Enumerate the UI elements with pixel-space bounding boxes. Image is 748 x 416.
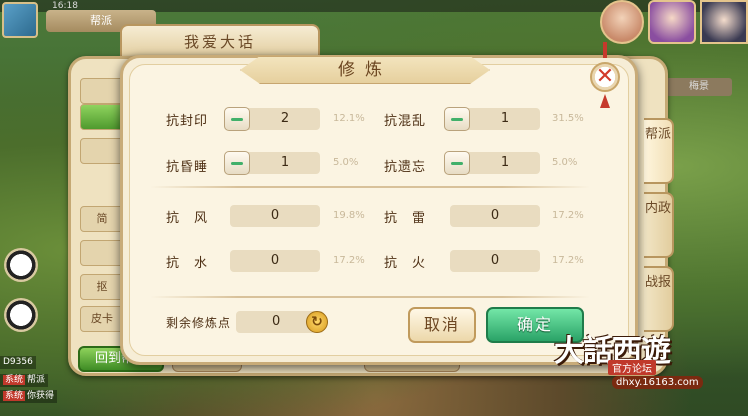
resist-forget-value: 1 — [500, 155, 510, 170]
divider — [150, 186, 590, 188]
minus-icon[interactable] — [444, 151, 470, 175]
logo-subtitle: 官方论坛 — [608, 360, 656, 375]
bg-tab[interactable] — [80, 104, 124, 130]
dialog-title-ribbon: 修炼 — [240, 56, 490, 86]
dialog-title: 修炼 — [338, 60, 392, 80]
resist-sleep-stepper[interactable]: 1 — [224, 151, 320, 175]
resist-thunder-value: 0 — [450, 205, 540, 227]
voice-icon[interactable] — [4, 298, 38, 332]
cancel-button[interactable]: 取消 — [408, 307, 476, 343]
tassel-decoration — [603, 42, 607, 58]
resist-thunder-label: 抗 雷 — [384, 211, 427, 226]
bg-tab[interactable] — [80, 240, 124, 266]
side-tab-battle[interactable]: 战报 — [644, 266, 674, 332]
bg-tab[interactable] — [80, 78, 124, 104]
side-tab-internal[interactable]: 内政 — [644, 192, 674, 258]
resist-fire-value: 0 — [450, 250, 540, 272]
chat-text: 帮派 — [27, 375, 46, 385]
resist-water-value: 0 — [230, 250, 320, 272]
minus-icon[interactable] — [444, 107, 470, 131]
refresh-icon[interactable]: ↻ — [306, 311, 328, 333]
close-button[interactable]: ✕ — [590, 62, 620, 92]
resist-wind-label: 抗 风 — [166, 211, 209, 226]
chat-tag: 系统 — [3, 391, 26, 401]
resist-seal-label: 抗封印 — [166, 114, 209, 129]
npc-avatar[interactable] — [700, 0, 748, 44]
remaining-points-label: 剩余修炼点 — [166, 316, 232, 330]
teammate-avatar[interactable] — [648, 0, 696, 44]
divider — [150, 296, 590, 298]
game-scene: 16:18 帮派 梅景 D9356 系统 帮派 系统 你获得 我爱大话 简 抠 皮卡… — [0, 0, 748, 416]
target-name: 梅景 — [666, 78, 732, 96]
resist-forget-stepper[interactable]: 1 — [444, 151, 540, 175]
resist-seal-stepper[interactable]: 2 — [224, 107, 320, 131]
background-panel-title: 我爱大话 — [120, 24, 320, 58]
pet-avatar[interactable] — [600, 0, 644, 44]
bg-tab[interactable]: 简 — [80, 206, 124, 232]
side-tab-faction[interactable]: 帮派 — [644, 118, 674, 184]
logo-url: dhxy.16163.com — [612, 376, 703, 389]
resist-forget-label: 抗遗忘 — [384, 160, 427, 175]
minus-icon[interactable] — [224, 107, 250, 131]
resist-water-label: 抗 水 — [166, 256, 209, 271]
chat-line[interactable]: 系统 你获得 — [0, 390, 58, 403]
bg-tab[interactable]: 皮卡 — [80, 306, 124, 332]
chat-tag: 系统 — [3, 375, 26, 385]
game-logo: 大話西遊 官方论坛 dhxy.16163.com — [548, 324, 748, 412]
bg-tab[interactable]: 抠 — [80, 274, 124, 300]
resist-seal-pct: 12.1% — [333, 113, 365, 124]
resist-wind-value: 0 — [230, 205, 320, 227]
chat-text: 你获得 — [27, 391, 55, 401]
bg-tab[interactable] — [80, 138, 124, 164]
resist-chaos-stepper[interactable]: 1 — [444, 107, 540, 131]
chat-line[interactable]: 系统 帮派 — [0, 374, 49, 387]
resist-forget-pct: 5.0% — [552, 157, 578, 168]
player-id: D9356 — [0, 356, 36, 369]
resist-chaos-label: 抗混乱 — [384, 114, 427, 129]
minus-icon[interactable] — [224, 151, 250, 175]
resist-seal-value: 2 — [280, 111, 290, 126]
resist-fire-label: 抗 火 — [384, 256, 427, 271]
resist-sleep-pct: 5.0% — [333, 157, 359, 168]
resist-water-pct: 17.2% — [333, 255, 365, 266]
resist-thunder-pct: 17.2% — [552, 210, 584, 221]
resist-chaos-pct: 31.5% — [552, 113, 584, 124]
resist-sleep-label: 抗昏睡 — [166, 160, 209, 175]
resist-fire-pct: 17.2% — [552, 255, 584, 266]
player-avatar[interactable] — [2, 2, 38, 38]
resist-sleep-value: 1 — [280, 155, 290, 170]
resist-wind-pct: 19.8% — [333, 210, 365, 221]
resist-chaos-value: 1 — [500, 111, 510, 126]
emote-icon[interactable] — [4, 248, 38, 282]
